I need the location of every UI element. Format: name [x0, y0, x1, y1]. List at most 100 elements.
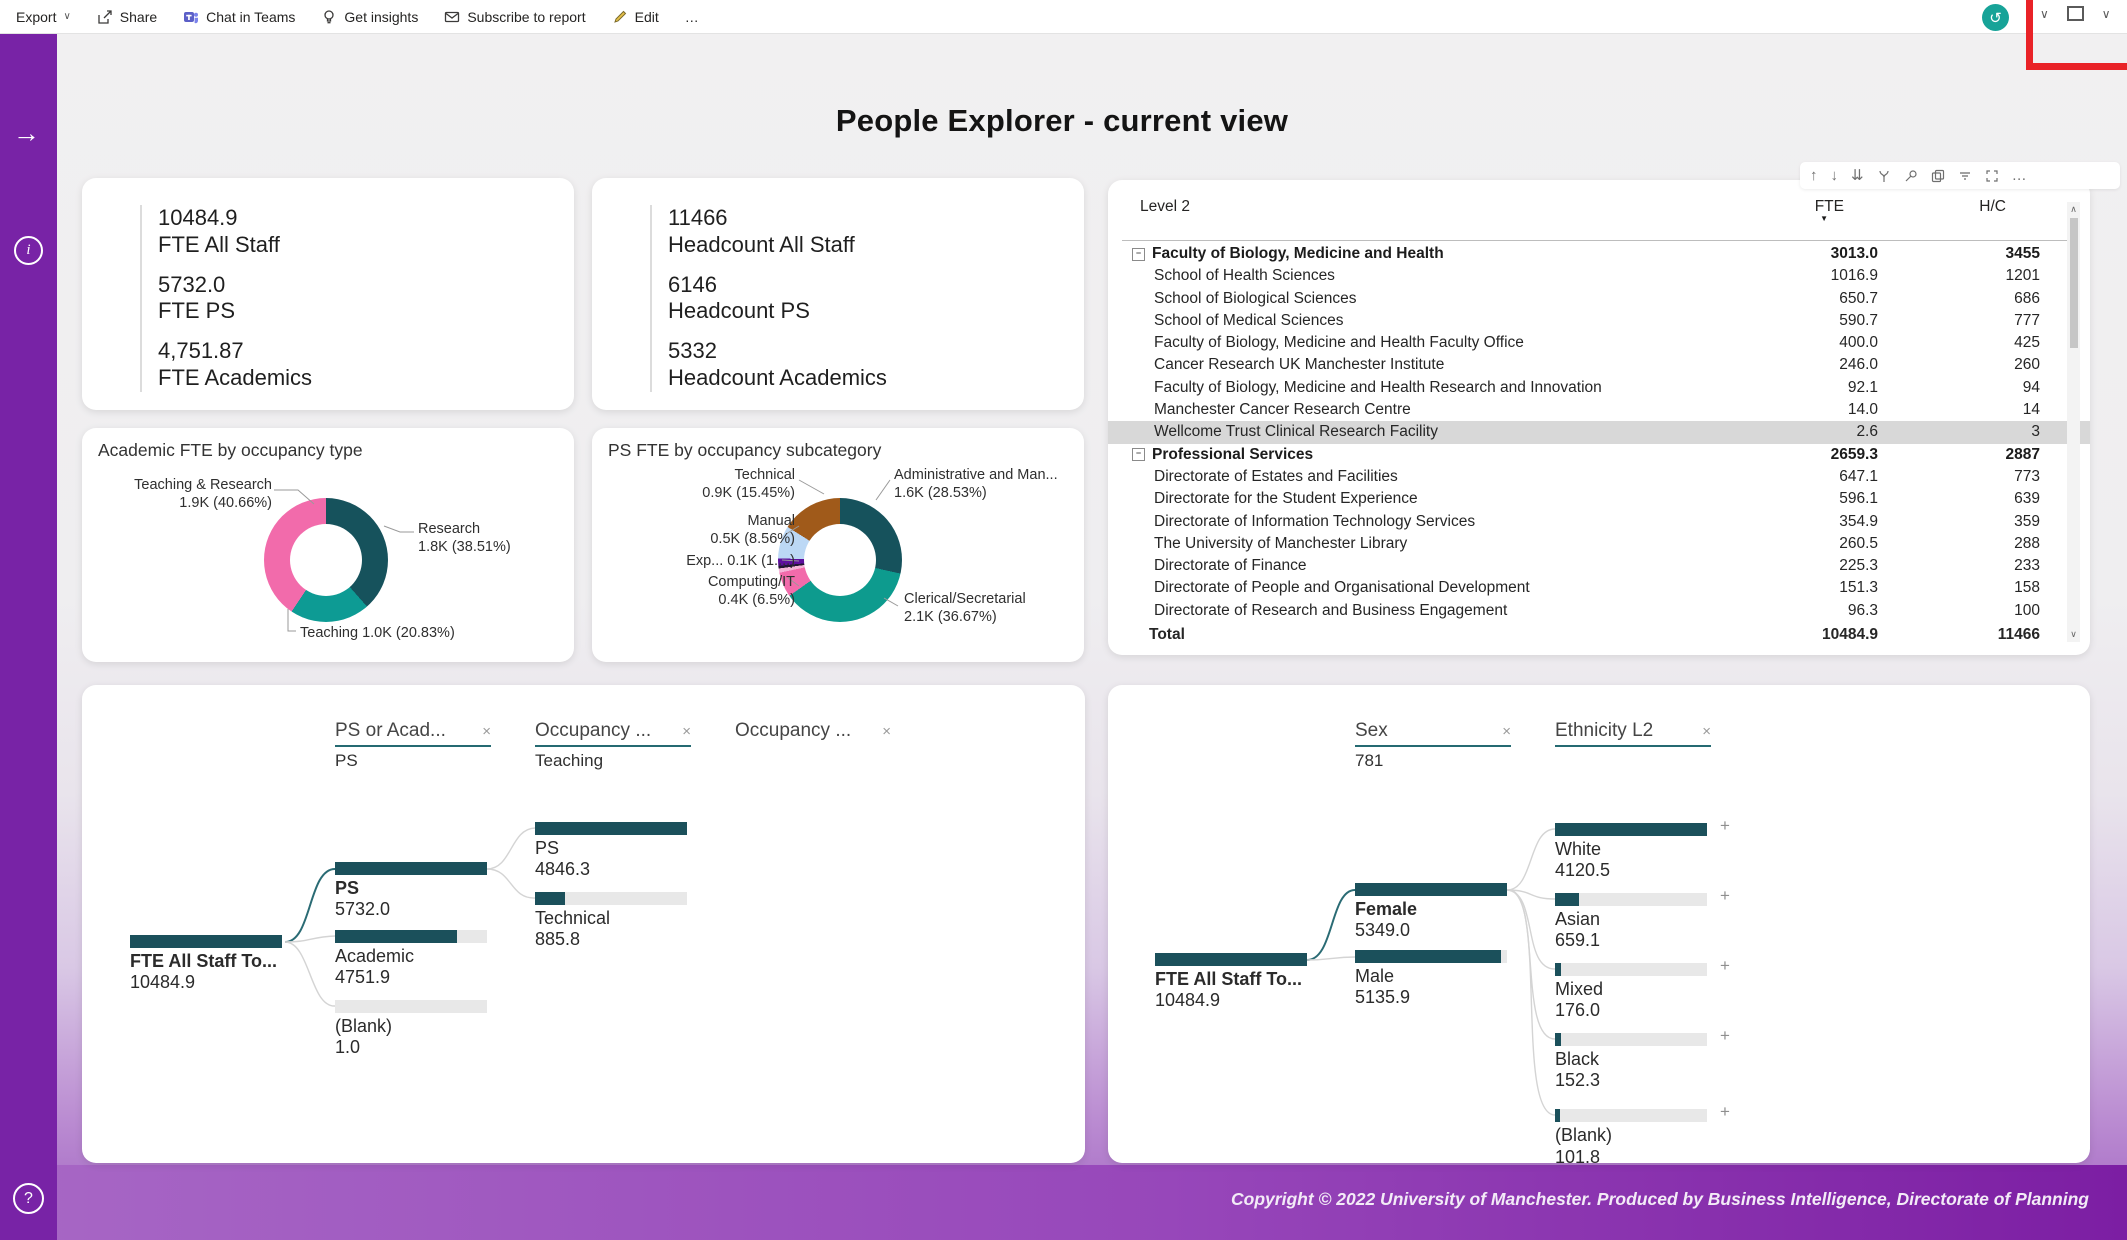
- row-name-cell: Directorate of People and Organisational…: [1132, 577, 1758, 599]
- chevron-down-icon[interactable]: ∨: [2102, 7, 2111, 21]
- close-icon[interactable]: ×: [682, 723, 691, 740]
- row-hc-cell: 3: [1878, 421, 2040, 443]
- table-row[interactable]: Faculty of Biology, Medicine and Health …: [1108, 377, 2090, 399]
- column-header-fte[interactable]: FTE ▼: [1724, 198, 1844, 216]
- reset-icon: ↺: [1989, 9, 2002, 27]
- column-header-fte-label: FTE: [1815, 198, 1844, 215]
- tree-node-blank[interactable]: (Blank) 1.0: [335, 1000, 495, 1058]
- table-row[interactable]: School of Biological Sciences 650.7 686: [1108, 288, 2090, 310]
- tree-node-black[interactable]: Black 152.3: [1555, 1033, 1715, 1091]
- expand-node-icon[interactable]: +: [1720, 816, 1730, 836]
- row-name: Directorate of People and Organisational…: [1154, 577, 1530, 599]
- chat-in-teams-button[interactable]: Chat in Teams: [183, 9, 295, 25]
- kpi-value: 6146: [668, 272, 1084, 299]
- node-bar: [1555, 1109, 1707, 1122]
- collapse-icon[interactable]: −: [1132, 448, 1145, 461]
- tree-node-ps-l2[interactable]: PS 4846.3: [535, 822, 695, 880]
- table-row[interactable]: School of Health Sciences 1016.9 1201: [1108, 265, 2090, 287]
- close-icon[interactable]: ×: [1702, 723, 1711, 740]
- tree-node-female[interactable]: Female 5349.0: [1355, 883, 1515, 941]
- table-row[interactable]: Directorate of People and Organisational…: [1108, 577, 2090, 599]
- tree-column-underline: [1355, 745, 1511, 747]
- row-fte-cell: 246.0: [1758, 354, 1878, 376]
- expand-all-icon[interactable]: ⇊: [1851, 168, 1864, 183]
- more-options-icon: …: [685, 9, 699, 25]
- kpi-list: 10484.9 FTE All Staff 5732.0 FTE PS 4,75…: [140, 205, 574, 392]
- expand-node-icon[interactable]: +: [1720, 886, 1730, 906]
- table-row[interactable]: Directorate for the Student Experience 5…: [1108, 488, 2090, 510]
- tree-node-root[interactable]: FTE All Staff To... 10484.9: [130, 935, 290, 993]
- table-row[interactable]: Directorate of Research and Business Eng…: [1108, 600, 2090, 622]
- table-row[interactable]: School of Medical Sciences 590.7 777: [1108, 310, 2090, 332]
- table-row[interactable]: Manchester Cancer Research Centre 14.0 1…: [1108, 399, 2090, 421]
- help-icon[interactable]: ?: [13, 1183, 44, 1214]
- kpi-label: Headcount All Staff: [668, 232, 1084, 259]
- tree-node-male[interactable]: Male 5135.9: [1355, 950, 1515, 1008]
- node-label: FTE All Staff To...: [130, 951, 290, 972]
- table-row[interactable]: Faculty of Biology, Medicine and Health …: [1108, 332, 2090, 354]
- tree-node-ps[interactable]: PS 5732.0: [335, 862, 495, 920]
- column-header-level2[interactable]: Level 2: [1140, 198, 1724, 216]
- tree-node-root[interactable]: FTE All Staff To... 10484.9: [1155, 953, 1315, 1011]
- drill-down-icon[interactable]: ↓: [1831, 168, 1839, 183]
- table-row[interactable]: Cancer Research UK Manchester Institute …: [1108, 354, 2090, 376]
- copy-icon[interactable]: [1931, 169, 1945, 183]
- table-row[interactable]: Directorate of Information Technology Se…: [1108, 511, 2090, 533]
- node-label: Asian: [1555, 909, 1715, 930]
- column-header-hc[interactable]: H/C: [1844, 198, 2040, 216]
- row-fte-cell: 1016.9: [1758, 265, 1878, 287]
- get-insights-button[interactable]: Get insights: [321, 9, 418, 25]
- scroll-up-icon[interactable]: ∧: [2067, 204, 2080, 215]
- expand-node-icon[interactable]: +: [1720, 1026, 1730, 1046]
- pin-icon[interactable]: [1904, 169, 1918, 183]
- tree-node-academic[interactable]: Academic 4751.9: [335, 930, 495, 988]
- tree-node-blank[interactable]: (Blank) 101.8: [1555, 1109, 1715, 1163]
- tree-column-label: PS or Acad...: [335, 720, 446, 742]
- table-row[interactable]: The University of Manchester Library 260…: [1108, 533, 2090, 555]
- expand-node-icon[interactable]: +: [1720, 1102, 1730, 1122]
- table-row[interactable]: Wellcome Trust Clinical Research Facilit…: [1108, 421, 2090, 443]
- more-options-icon[interactable]: …: [2012, 168, 2027, 183]
- copyright-text: Copyright © 2022 University of Mancheste…: [1231, 1189, 2089, 1210]
- export-button[interactable]: Export ∨: [16, 9, 71, 25]
- drill-up-icon[interactable]: ↑: [1810, 168, 1818, 183]
- donut-ring[interactable]: [264, 498, 388, 622]
- table-row[interactable]: Directorate of Finance 225.3 233: [1108, 555, 2090, 577]
- share-button[interactable]: Share: [97, 9, 157, 25]
- row-name: Directorate for the Student Experience: [1154, 488, 1418, 510]
- focus-mode-icon[interactable]: [1985, 169, 1999, 183]
- scroll-down-icon[interactable]: ∨: [2067, 629, 2080, 640]
- close-icon[interactable]: ×: [482, 723, 491, 740]
- expand-node-icon[interactable]: +: [1720, 956, 1730, 976]
- hierarchy-icon[interactable]: [1877, 169, 1891, 183]
- close-icon[interactable]: ×: [1502, 723, 1511, 740]
- callout-label: Technical 0.9K (15.45%): [615, 466, 795, 502]
- row-hc-cell: 686: [1878, 288, 2040, 310]
- close-icon[interactable]: ×: [882, 723, 891, 740]
- edit-button[interactable]: Edit: [612, 9, 659, 25]
- footer-band: Copyright © 2022 University of Mancheste…: [0, 1165, 2127, 1240]
- kpi-item: 4,751.87 FTE Academics: [158, 338, 574, 392]
- tree-node-technical[interactable]: Technical 885.8: [535, 892, 695, 950]
- subscribe-button[interactable]: Subscribe to report: [444, 9, 585, 25]
- tree-node-white[interactable]: White 4120.5: [1555, 823, 1715, 881]
- tree-node-asian[interactable]: Asian 659.1: [1555, 893, 1715, 951]
- table-row[interactable]: Directorate of Estates and Facilities 64…: [1108, 466, 2090, 488]
- table-row[interactable]: −Professional Services 2659.3 2887: [1108, 444, 2090, 466]
- row-name-cell: School of Health Sciences: [1132, 265, 1758, 287]
- collapse-icon[interactable]: −: [1132, 248, 1145, 261]
- tree-node-mixed[interactable]: Mixed 176.0: [1555, 963, 1715, 1021]
- restore-window-icon[interactable]: [2067, 6, 2084, 21]
- scrollbar-thumb[interactable]: [2070, 218, 2078, 348]
- table-scrollbar[interactable]: ∧ ∨: [2067, 202, 2080, 642]
- more-options-button[interactable]: …: [685, 9, 699, 25]
- chevron-down-icon[interactable]: ∨: [2040, 7, 2049, 21]
- donut-chart-academic-fte: Academic FTE by occupancy type Teaching …: [82, 428, 574, 662]
- reset-to-default-button[interactable]: ↺: [1982, 4, 2009, 31]
- row-hc-cell: 158: [1878, 577, 2040, 599]
- table-row[interactable]: −Faculty of Biology, Medicine and Health…: [1108, 243, 2090, 265]
- donut-ring[interactable]: [778, 498, 902, 622]
- expand-pane-icon[interactable]: →: [13, 118, 40, 149]
- filter-icon[interactable]: [1958, 169, 1972, 183]
- info-icon[interactable]: i: [14, 236, 43, 265]
